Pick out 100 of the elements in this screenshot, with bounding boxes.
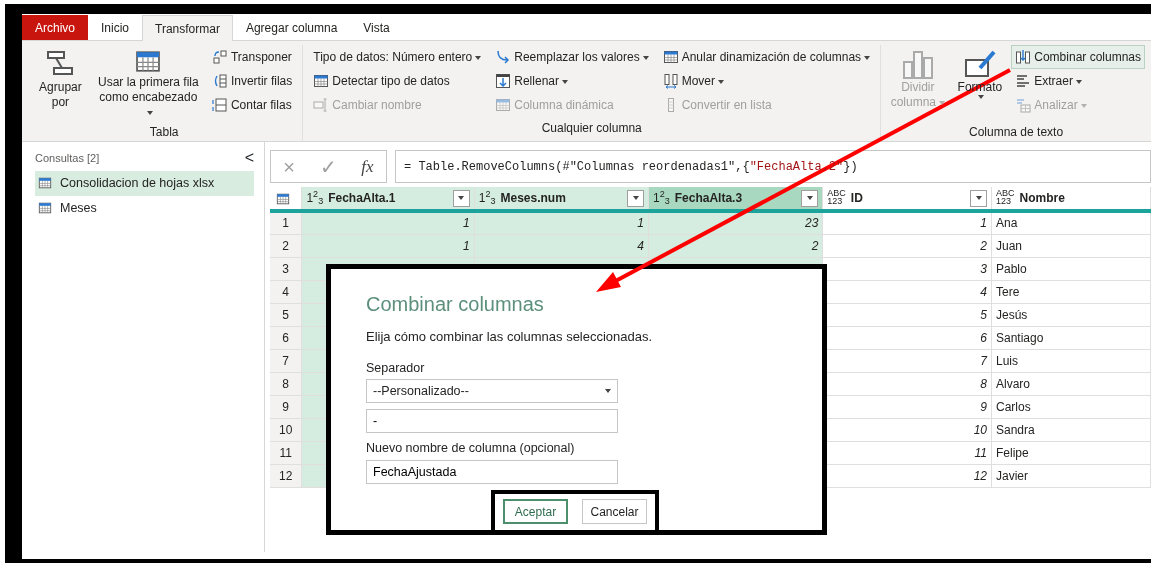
collapse-button[interactable]: < <box>244 150 254 167</box>
table-cell: Alvaro <box>991 372 1151 395</box>
table-cell: 1 <box>474 211 649 234</box>
row-number: 10 <box>270 418 302 441</box>
column-title: ID <box>850 190 863 207</box>
ribbon-button[interactable]: Transponer <box>207 45 297 69</box>
filter-button[interactable] <box>970 189 987 207</box>
table-cell: Sandra <box>991 418 1151 441</box>
caret-icon <box>146 110 153 115</box>
separator-dropdown[interactable]: --Personalizado-- <box>366 379 618 404</box>
filter-button[interactable] <box>801 189 819 207</box>
text-icon <box>1015 73 1032 89</box>
table-icon <box>662 49 679 65</box>
cancel-button[interactable]: Cancelar <box>582 499 647 524</box>
columns-icon <box>662 73 679 89</box>
table-icon <box>495 97 512 113</box>
caret-icon <box>562 79 568 84</box>
column-header[interactable]: 1$^{2}$$_{3}$ FechaAlta.3 <box>648 187 823 211</box>
column-title: FechaAlta.1 <box>328 190 396 207</box>
ribbon-tab[interactable]: Inicio <box>88 15 143 40</box>
type-label: ABC 123 <box>827 190 846 206</box>
table-icon <box>38 201 52 215</box>
ribbon-button[interactable]: Combinar columnas <box>1011 45 1145 69</box>
fill-down-icon <box>495 73 512 89</box>
table-cell: Tere <box>991 280 1151 303</box>
table-cell: Santiago <box>991 326 1151 349</box>
table-cell: 2 <box>822 234 992 257</box>
ribbon-button[interactable]: Mover <box>658 69 875 93</box>
table-cell: 1 <box>822 211 992 234</box>
row-number: 7 <box>270 349 302 372</box>
caret-icon <box>605 389 611 394</box>
caret-icon <box>939 100 946 105</box>
separator-field[interactable]: - <box>366 409 618 434</box>
column-title: Meses.num <box>500 190 566 207</box>
table-cell: Ana <box>991 211 1151 234</box>
filter-button[interactable] <box>452 189 470 207</box>
caret-icon <box>978 95 985 99</box>
row-number: 6 <box>270 326 302 349</box>
table-cell: Pablo <box>991 257 1151 280</box>
table-cell: Juan <box>991 234 1151 257</box>
ribbon-button[interactable]: Reemplazar los valores <box>491 45 653 69</box>
field-label: Separador <box>366 359 426 377</box>
row-number: 1 <box>270 211 302 234</box>
row-number: 9 <box>270 395 302 418</box>
replace-icon <box>495 49 512 65</box>
field-label: Nuevo nombre de columna (opcional) <box>366 440 576 458</box>
pencil-icon <box>963 48 996 80</box>
table-cell: Felipe <box>991 441 1151 464</box>
row-number: 11 <box>270 441 302 464</box>
table-icon <box>38 176 52 190</box>
table-cell: 4 <box>474 234 649 257</box>
dialog-title: Combinar columnas <box>366 292 545 317</box>
table-cell: Carlos <box>991 395 1151 418</box>
column-header[interactable]: 1$^{2}$$_{3}$ FechaAlta.1 <box>301 187 475 211</box>
ribbon-tab[interactable]: Transformar <box>142 15 233 41</box>
swap-icon <box>211 49 228 65</box>
table-cell: Jesús <box>991 303 1151 326</box>
columns-icon <box>901 48 934 80</box>
row-number: 5 <box>270 303 302 326</box>
column-title: Nombre <box>1019 190 1065 207</box>
filter-button[interactable] <box>627 189 644 207</box>
table-icon <box>313 73 330 89</box>
row-number: 2 <box>270 234 302 257</box>
column-name-field[interactable]: FechaAjustada <box>366 460 618 484</box>
pane-title: Consultas [2] <box>35 151 100 166</box>
row-number: 4 <box>270 280 302 303</box>
ribbon-button[interactable]: Tipo de datos: Número entero <box>309 45 486 69</box>
rename-icon <box>313 97 330 113</box>
table-menu-icon <box>274 191 292 206</box>
ribbon-button[interactable]: Anular dinamización de columnas <box>658 45 875 69</box>
function-button[interactable]: fx <box>361 153 374 180</box>
ribbon-button[interactable]: Detectar tipo de datos <box>309 69 486 93</box>
rows-icon <box>211 97 228 113</box>
parse-icon <box>1015 97 1032 113</box>
ribbon-button[interactable]: Usar la primera fila como encabezado <box>94 45 202 123</box>
table-cell: Luis <box>991 349 1151 372</box>
type-label: ABC 123 <box>996 190 1015 206</box>
ribbon-tab[interactable]: Vista <box>350 15 403 40</box>
caret-icon <box>475 55 482 60</box>
row-number: 12 <box>270 464 302 487</box>
query-item[interactable]: Consolidacion de hojas xlsx <box>35 170 254 196</box>
caret-icon <box>642 55 649 60</box>
ribbon-button[interactable]: Agrupar por <box>32 45 89 123</box>
ribbon-tab[interactable]: Archivo <box>22 15 88 40</box>
ribbon-button[interactable]: Extraer <box>1011 69 1145 93</box>
ribbon-button[interactable]: Invertir filas <box>207 69 297 93</box>
table-cell: 1 <box>301 234 475 257</box>
ribbon-button[interactable]: Contar filas <box>207 93 297 117</box>
ribbon-tab[interactable]: Agregar columna <box>232 15 351 40</box>
column-title: FechaAlta.3 <box>674 190 743 207</box>
group-label: Columna de texto <box>968 124 1065 141</box>
merge-icon <box>1015 49 1032 65</box>
caret-icon <box>1075 79 1082 84</box>
group-label: Cualquier columna <box>540 120 643 137</box>
group-label: Tabla <box>148 124 180 141</box>
query-item[interactable]: Meses <box>35 195 254 221</box>
ok-button[interactable]: Aceptar <box>503 499 568 524</box>
caret-icon <box>1080 103 1087 108</box>
column-header[interactable]: 1$^{2}$$_{3}$ Meses.num <box>474 187 649 211</box>
ribbon-button[interactable]: Rellenar <box>491 69 653 93</box>
